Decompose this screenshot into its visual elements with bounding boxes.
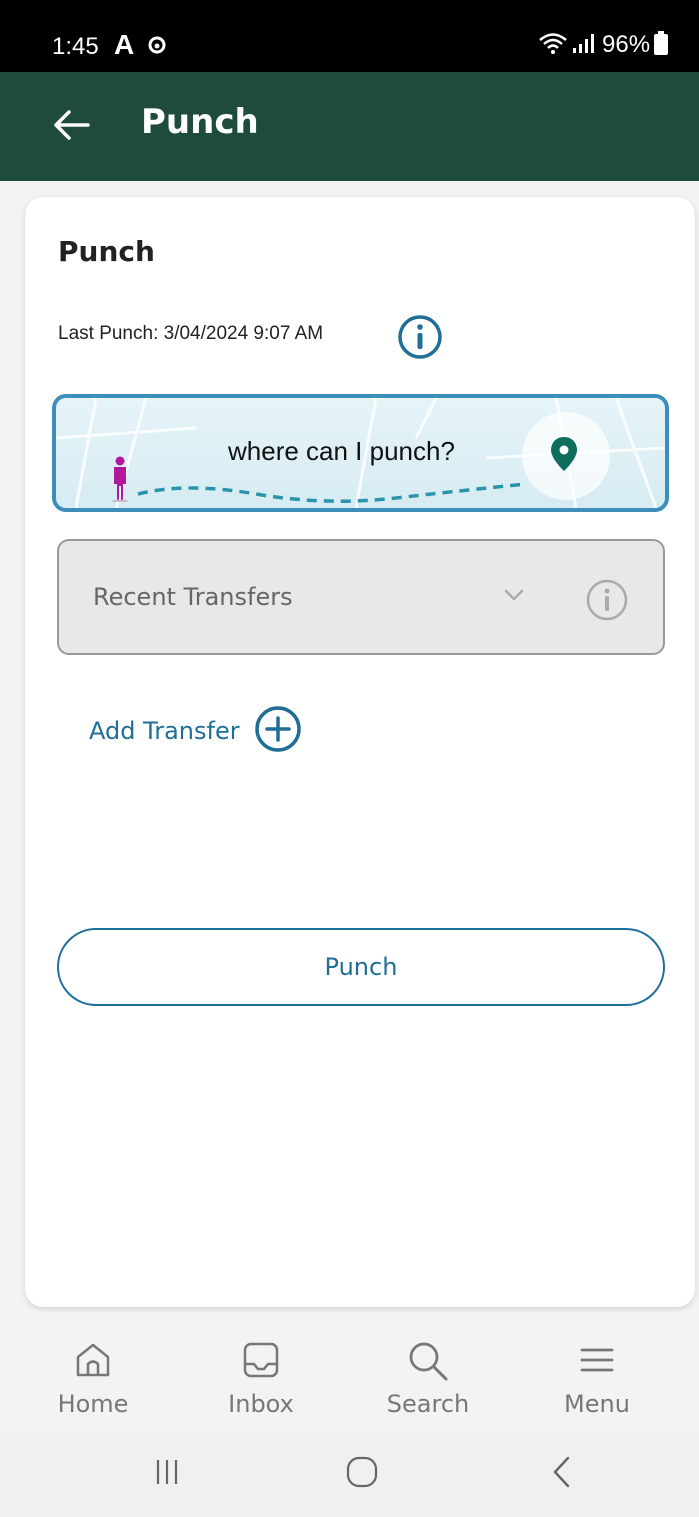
bottom-nav: Home Inbox Search Menu [0,1322,699,1432]
punch-button-label: Punch [324,953,398,981]
signal-icon [572,32,598,58]
status-bar: 1:45 A 96% [0,0,699,72]
home-icon [73,1340,113,1384]
chevron-down-icon [503,587,525,606]
search-icon [407,1340,449,1386]
recent-apps-icon [152,1457,182,1491]
where-can-i-punch-banner[interactable]: where can I punch? [52,394,669,512]
inbox-icon [241,1340,281,1384]
card-title: Punch [58,235,155,268]
battery-icon [654,31,669,59]
last-punch-text: Last Punch: 3/04/2024 9:07 AM [58,323,324,344]
person-icon [111,456,129,506]
punch-card: Punch Last Punch: 3/04/2024 9:07 AM wher… [25,197,695,1307]
page-title: Punch [141,102,259,142]
menu-icon [577,1340,617,1384]
nav-item-inbox[interactable]: Inbox [201,1322,321,1432]
home-system-button[interactable] [327,1446,397,1502]
status-indicators: 96% [538,30,669,60]
dropdown-label: Recent Transfers [93,583,293,611]
nav-item-search[interactable]: Search [368,1322,488,1432]
last-punch-info-button[interactable] [397,314,443,360]
home-circle-icon [345,1455,379,1493]
nav-label: Search [386,1390,470,1418]
arrow-left-icon [52,109,90,145]
system-nav-bar [0,1432,699,1517]
recent-transfers-dropdown[interactable]: Recent Transfers [57,539,665,655]
recent-transfers-info-icon[interactable] [585,578,629,626]
wifi-icon [538,31,568,59]
add-transfer-button[interactable]: Add Transfer [89,705,302,757]
notification-icon [148,36,166,58]
add-transfer-label: Add Transfer [89,717,240,745]
chevron-left-icon [550,1455,574,1493]
nav-item-menu[interactable]: Menu [537,1322,657,1432]
back-system-button[interactable] [527,1446,597,1502]
nav-label: Menu [564,1390,630,1418]
info-icon [397,315,443,364]
status-time: 1:45 [52,33,99,60]
punch-button[interactable]: Punch [57,928,665,1006]
battery-percent: 96% [602,31,651,58]
nav-item-home[interactable]: Home [33,1322,153,1432]
carrier-icon: A [114,29,135,60]
app-bar: Punch [0,72,699,181]
map-banner-text: where can I punch? [228,436,455,466]
recent-apps-button[interactable] [132,1446,202,1502]
plus-circle-icon [254,705,302,757]
nav-label: Inbox [228,1390,294,1418]
nav-label: Home [57,1390,129,1418]
back-button[interactable] [46,102,96,152]
location-pin-icon [549,436,579,476]
